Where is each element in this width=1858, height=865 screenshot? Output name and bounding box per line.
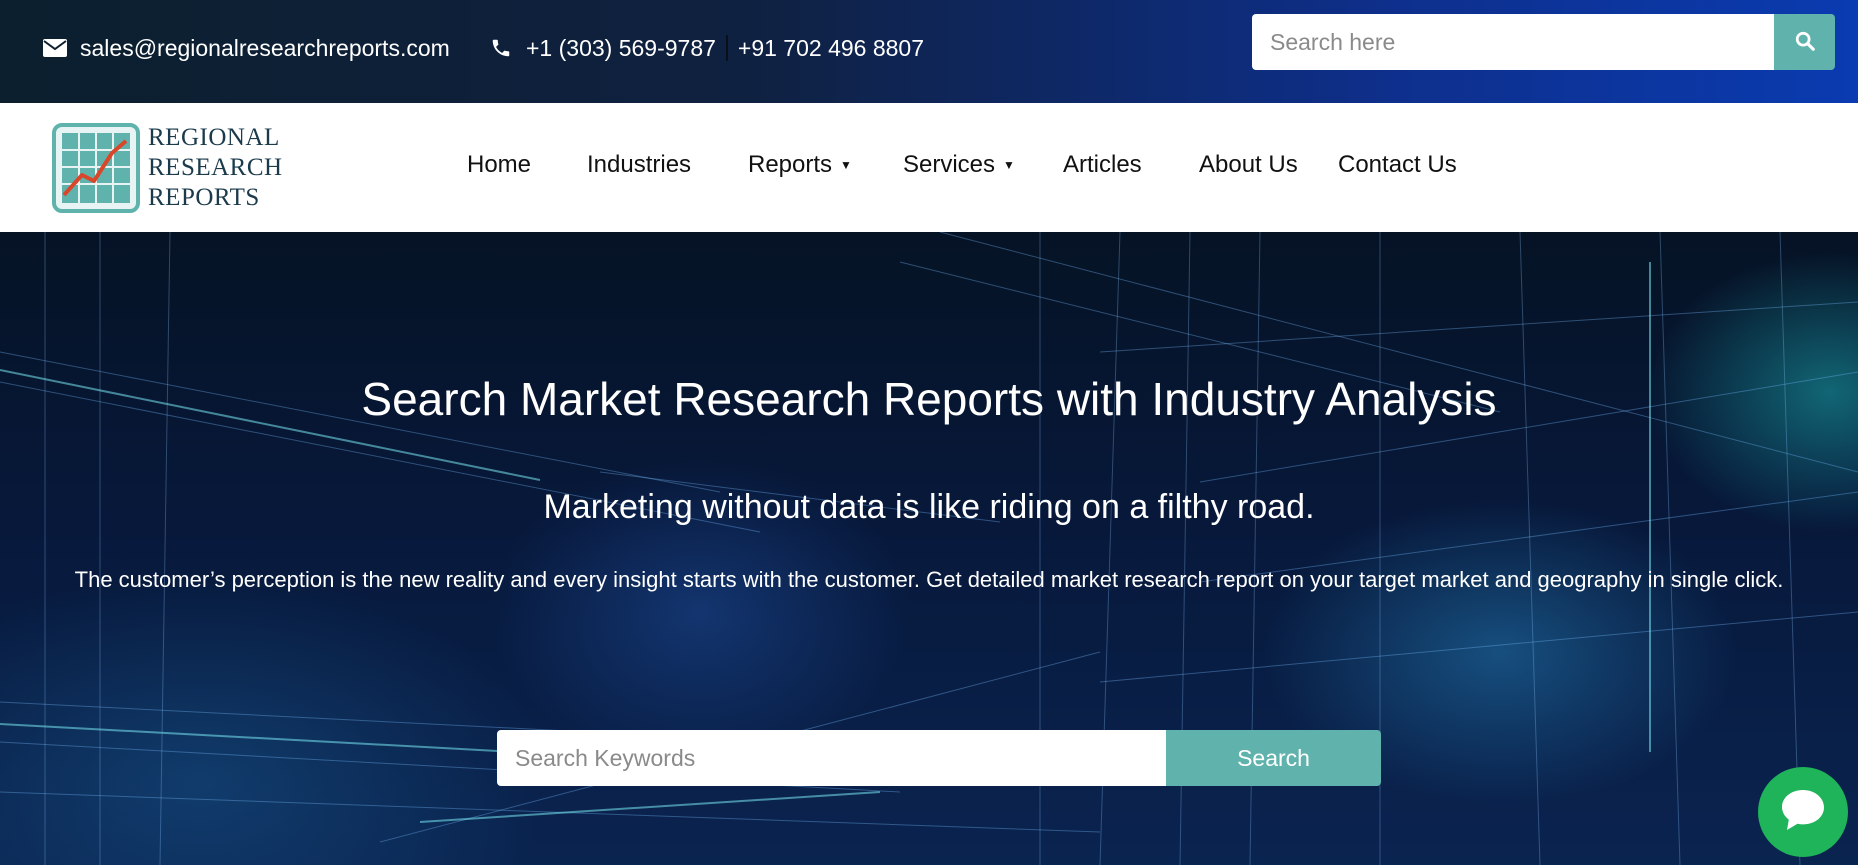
main-navbar: REGIONAL RESEARCH REPORTS Home Industrie… [0,103,1858,232]
nav-item-label: Industries [587,151,692,178]
keyword-search-form: Search [497,730,1381,786]
hero-title: Search Market Research Reports with Indu… [361,373,1497,425]
nav-item-label: Services [903,151,996,178]
email-contact[interactable]: sales@regionalresearchreports.com [42,33,450,63]
phone-divider [725,35,728,61]
nav-item-reports[interactable]: Reports ▼ [748,151,852,179]
nav-item-label: About Us [1199,151,1298,178]
nav-menu: Home Industries Reports ▼ Services ▼ Art… [0,103,1858,232]
nav-item-label: Home [467,151,532,178]
nav-item-label: Reports [748,151,833,178]
contact-bar: sales@regionalresearchreports.com +1 (30… [0,0,1858,103]
envelope-icon [42,35,68,61]
phone-icon [488,35,514,61]
hero-banner: Search Market Research Reports with Indu… [0,232,1858,865]
email-text[interactable]: sales@regionalresearchreports.com [80,35,450,62]
keyword-search-input[interactable] [497,730,1166,786]
header-search-form [1252,14,1835,70]
live-chat-button[interactable] [1758,767,1848,857]
caret-down-icon: ▼ [1003,158,1015,172]
hero-description: The customer’s perception is the new rea… [74,567,1784,592]
phone-in-text[interactable]: +91 702 496 8807 [738,35,924,62]
nav-item-articles[interactable]: Articles [1063,151,1142,179]
phone-contact: +1 (303) 569-9787 +91 702 496 8807 [488,33,924,63]
nav-item-home[interactable]: Home [467,151,531,179]
nav-item-about-us[interactable]: About Us [1199,151,1298,179]
phone-us-text[interactable]: +1 (303) 569-9787 [526,35,716,62]
search-icon [1794,30,1816,55]
nav-item-contact-us[interactable]: Contact Us [1338,151,1457,179]
header-search-button[interactable] [1774,14,1835,70]
hero-tagline: Marketing without data is like riding on… [543,488,1315,526]
caret-down-icon: ▼ [840,158,852,172]
nav-item-label: Articles [1063,151,1142,178]
keyword-search-button[interactable]: Search [1166,730,1381,786]
nav-item-industries[interactable]: Industries [587,151,691,179]
chat-bubble-icon [1778,786,1828,839]
nav-item-label: Contact Us [1338,151,1457,178]
nav-item-services[interactable]: Services ▼ [903,151,1015,179]
header-search-input[interactable] [1252,14,1774,70]
